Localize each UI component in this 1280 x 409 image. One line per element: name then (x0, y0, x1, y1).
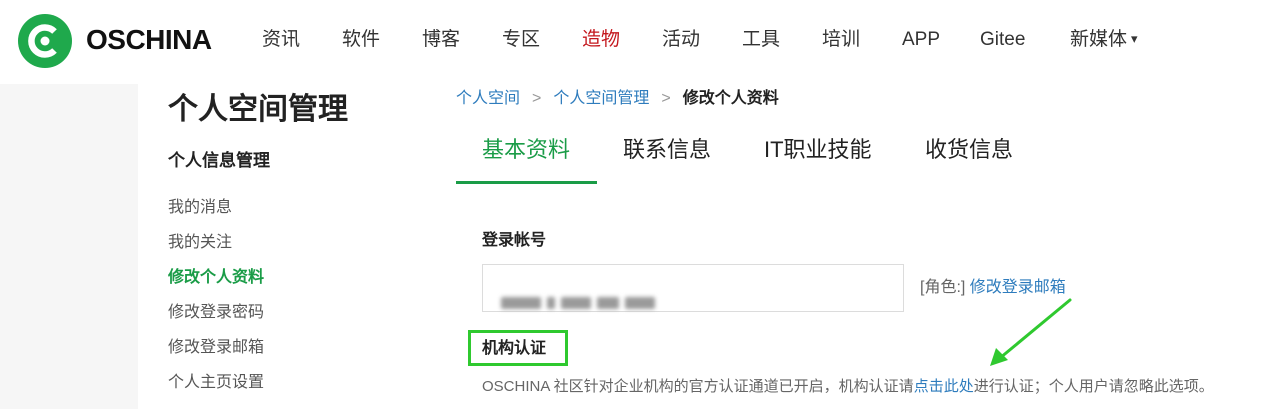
change-email-link[interactable]: 修改登录邮箱 (970, 279, 1066, 296)
nav-item-blog[interactable]: 博客 (422, 26, 460, 54)
tab-basic-info[interactable]: 基本资料 (482, 130, 570, 170)
tab-it-skills[interactable]: IT职业技能 (764, 130, 872, 170)
breadcrumb-separator-icon: > (532, 90, 542, 107)
sidebar-item-messages[interactable]: 我的消息 (168, 197, 232, 219)
org-auth-text-after: 进行认证；个人用户请忽略此选项。 (973, 378, 1214, 395)
breadcrumb-current: 修改个人资料 (682, 90, 779, 107)
nav-item-gitee[interactable]: Gitee (980, 26, 1025, 54)
org-auth-description: OSCHINA 社区针对企业机构的官方认证通道已开启，机构认证请点击此处进行认证… (482, 376, 1214, 398)
sidebar-item-edit-profile[interactable]: 修改个人资料 (168, 267, 264, 289)
breadcrumb-separator-icon: > (661, 90, 671, 107)
account-field (482, 264, 904, 312)
sidebar-item-following[interactable]: 我的关注 (168, 232, 232, 254)
sidebar: 个人空间管理 个人信息管理 我的消息 我的关注 修改个人资料 修改登录密码 修改… (138, 84, 442, 409)
oschina-logo-icon[interactable] (16, 12, 74, 70)
profile-tabs: 基本资料 联系信息 IT职业技能 收货信息 (456, 130, 1280, 184)
breadcrumb: 个人空间 > 个人空间管理 > 修改个人资料 (456, 88, 779, 110)
nav-item-events[interactable]: 活动 (662, 26, 700, 54)
sidebar-item-homepage-settings[interactable]: 个人主页设置 (168, 372, 264, 394)
nav-item-new-media-label: 新媒体 (1070, 29, 1128, 50)
breadcrumb-personal-space[interactable]: 个人空间 (456, 90, 520, 107)
role-prefix: [角色:] (920, 279, 966, 296)
tab-contact-info[interactable]: 联系信息 (623, 130, 711, 170)
active-tab-indicator (456, 181, 597, 184)
main-content: 个人空间 > 个人空间管理 > 修改个人资料 基本资料 联系信息 IT职业技能 收货信息… (442, 84, 1280, 409)
top-navigation-bar: OSCHINA 资讯 软件 博客 专区 造物 活动 工具 培训 APP Gite… (0, 0, 1280, 84)
nav-item-software[interactable]: 软件 (342, 26, 380, 54)
nav-item-create[interactable]: 造物 (582, 26, 620, 54)
breadcrumb-space-management[interactable]: 个人空间管理 (553, 90, 649, 107)
nav-item-tools[interactable]: 工具 (742, 26, 780, 54)
org-auth-label: 机构认证 (482, 340, 547, 357)
sidebar-title: 个人空间管理 (168, 93, 348, 126)
chevron-down-icon: ▾ (1131, 31, 1138, 46)
account-label: 登录帐号 (482, 232, 547, 249)
org-auth-click-here-link[interactable]: 点击此处 (914, 378, 974, 395)
nav-item-zone[interactable]: 专区 (502, 26, 540, 54)
nav-item-news[interactable]: 资讯 (262, 26, 300, 54)
sidebar-section-title: 个人信息管理 (168, 151, 270, 170)
nav-item-app[interactable]: APP (902, 26, 940, 54)
nav-item-training[interactable]: 培训 (822, 26, 860, 54)
sidebar-item-change-email[interactable]: 修改登录邮箱 (168, 337, 264, 359)
org-auth-text-before: OSCHINA 社区针对企业机构的官方认证通道已开启，机构认证请 (482, 378, 914, 395)
sidebar-item-change-password[interactable]: 修改登录密码 (168, 302, 264, 324)
annotation-arrow-icon (990, 298, 1072, 366)
tab-shipping-info[interactable]: 收货信息 (925, 130, 1013, 170)
nav-item-new-media[interactable]: 新媒体 ▾ (1070, 26, 1138, 55)
account-value-blurred (501, 282, 661, 309)
brand-name[interactable]: OSCHINA (86, 22, 212, 58)
